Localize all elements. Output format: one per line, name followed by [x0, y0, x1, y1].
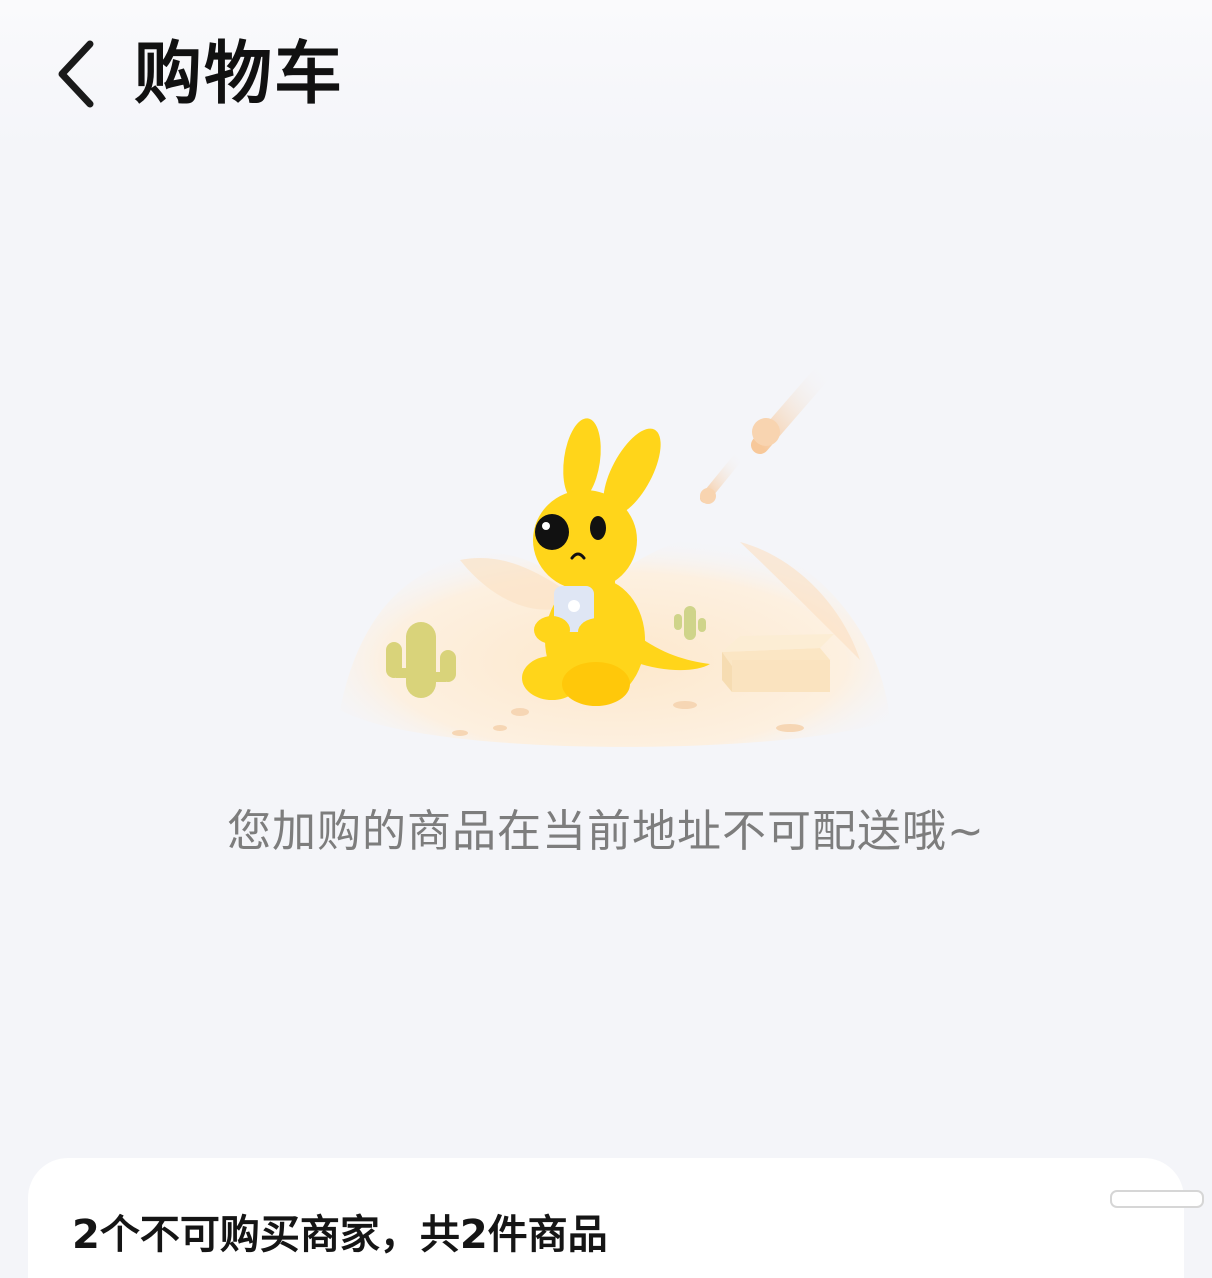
page-title: 购物车: [134, 35, 345, 114]
scroll-indicator: [1110, 1190, 1204, 1208]
empty-cart-illustration: [320, 360, 900, 760]
header-bar: 购物车: [0, 0, 1212, 150]
back-button[interactable]: [44, 34, 114, 114]
unavailable-summary: 2个不可购买商家，共2件商品: [72, 1212, 608, 1258]
empty-cart-message: 您加购的商品在当前地址不可配送哦~: [227, 806, 985, 857]
unavailable-items-card[interactable]: 2个不可购买商家，共2件商品: [28, 1158, 1184, 1278]
chevron-left-icon: [58, 40, 94, 108]
